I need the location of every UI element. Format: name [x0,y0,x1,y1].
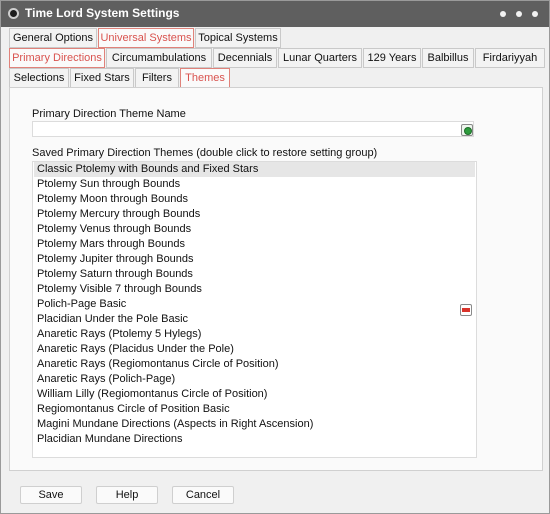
tab-themes[interactable]: Themes [180,68,230,88]
saved-themes-label: Saved Primary Direction Themes (double c… [32,147,378,159]
list-item[interactable]: Anaretic Rays (Ptolemy 5 Hylegs) [34,327,475,342]
list-item[interactable]: William Lilly (Regiomontanus Circle of P… [34,387,475,402]
add-theme-icon[interactable] [461,124,473,136]
list-item[interactable]: Polich-Page Basic [34,297,475,312]
list-item[interactable]: Placidian Under the Pole Basic [34,312,475,327]
delete-theme-icon[interactable] [460,304,472,316]
list-item[interactable]: Ptolemy Saturn through Bounds [34,267,475,282]
tab-general-options[interactable]: General Options [9,28,97,48]
menu-dot-icon[interactable] [516,11,522,17]
tab-firdariyyah[interactable]: Firdariyyah [475,48,545,68]
list-item[interactable]: Ptolemy Jupiter through Bounds [34,252,475,267]
list-item[interactable]: Ptolemy Moon through Bounds [34,192,475,207]
settings-window: Time Lord System Settings General Option… [0,0,550,514]
theme-name-input[interactable] [32,121,474,137]
list-item[interactable]: Anaretic Rays (Placidus Under the Pole) [34,342,475,357]
tab-129-years[interactable]: 129 Years [363,48,421,68]
tab-circumambulations[interactable]: Circumambulations [106,48,212,68]
menu-dot-icon[interactable] [532,11,538,17]
tab-decennials[interactable]: Decennials [213,48,277,68]
menu-dot-icon[interactable] [500,11,506,17]
list-item[interactable]: Ptolemy Mercury through Bounds [34,207,475,222]
list-item[interactable]: Magini Mundane Directions (Aspects in Ri… [34,417,475,432]
list-item[interactable]: Placidian Mundane Directions [34,432,475,447]
list-item[interactable]: Anaretic Rays (Regiomontanus Circle of P… [34,357,475,372]
theme-name-label: Primary Direction Theme Name [32,108,186,120]
help-button[interactable]: Help [96,486,158,504]
cancel-button[interactable]: Cancel [172,486,234,504]
tab-universal-systems[interactable]: Universal Systems [98,28,194,48]
tab-topical-systems[interactable]: Topical Systems [195,28,281,48]
list-item[interactable]: Anaretic Rays (Polich-Page) [34,372,475,387]
tab-fixed-stars[interactable]: Fixed Stars [70,68,134,88]
app-icon [8,8,19,19]
list-item[interactable]: Classic Ptolemy with Bounds and Fixed St… [34,162,475,177]
window-title: Time Lord System Settings [25,6,180,20]
list-item[interactable]: Ptolemy Mars through Bounds [34,237,475,252]
saved-themes-list[interactable]: Classic Ptolemy with Bounds and Fixed St… [32,161,477,458]
tab-balbillus[interactable]: Balbillus [422,48,474,68]
tab-primary-directions[interactable]: Primary Directions [9,48,105,68]
list-item[interactable]: Ptolemy Visible 7 through Bounds [34,282,475,297]
tab-selections[interactable]: Selections [9,68,69,88]
list-item[interactable]: Ptolemy Venus through Bounds [34,222,475,237]
tab-lunar-quarters[interactable]: Lunar Quarters [278,48,362,68]
list-item[interactable]: Ptolemy Sun through Bounds [34,177,475,192]
list-item[interactable]: Regiomontanus Circle of Position Basic [34,402,475,417]
title-bar: Time Lord System Settings [1,1,549,27]
tab-filters[interactable]: Filters [135,68,179,88]
save-button[interactable]: Save [20,486,82,504]
